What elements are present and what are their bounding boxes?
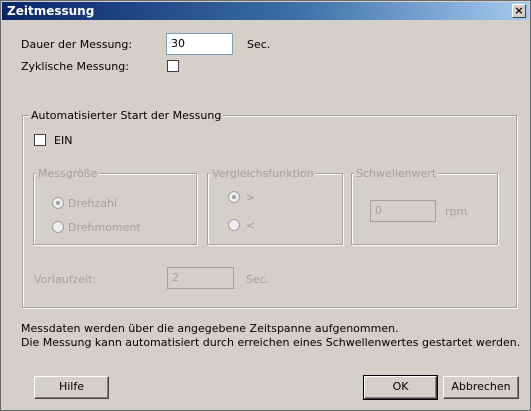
radio-drehzahl-label: Drehzahl (68, 197, 118, 210)
title-bar[interactable]: Zeitmessung × (2, 2, 529, 20)
compare-group: Vergleichsfunktion (207, 167, 343, 245)
dialog-title: Zeitmessung (7, 4, 95, 18)
help-button[interactable]: Hilfe (34, 376, 109, 399)
info-text-line-2: Die Messung kann automatisiert durch err… (21, 336, 521, 349)
radio-less-than[interactable] (228, 219, 240, 231)
duration-input[interactable]: 30 (166, 33, 233, 55)
lead-time-value: 2 (172, 271, 179, 284)
ok-button[interactable]: OK (363, 375, 438, 400)
cyclic-checkbox[interactable] (167, 60, 179, 72)
auto-start-legend: Automatisierter Start der Messung (29, 109, 224, 122)
close-button[interactable]: × (512, 4, 526, 18)
close-icon: × (514, 4, 524, 17)
radio-less-than-label: < (246, 219, 256, 232)
radio-greater-than-label: > (246, 191, 256, 204)
duration-value: 30 (171, 37, 185, 50)
threshold-group-legend: Schwellenwert (354, 167, 439, 180)
dialog-window: Zeitmessung × Dauer der Messung: 30 Sec.… (0, 0, 531, 411)
radio-greater-than[interactable] (228, 191, 240, 203)
lead-time-unit: Sec. (246, 273, 270, 286)
lead-time-label: Vorlaufzeit: (34, 273, 97, 286)
enable-auto-start-checkbox[interactable] (34, 134, 46, 146)
threshold-value: 0 (375, 204, 382, 217)
radio-selected-dot-icon (232, 195, 236, 199)
compare-group-legend: Vergleichsfunktion (210, 167, 316, 180)
threshold-unit: rpm (445, 205, 468, 218)
radio-drehzahl[interactable] (52, 197, 64, 209)
threshold-input[interactable]: 0 (370, 200, 436, 222)
radio-drehmoment[interactable] (52, 221, 64, 233)
cyclic-label: Zyklische Messung: (21, 60, 129, 73)
measure-group-legend: Messgröße (36, 167, 100, 180)
duration-unit: Sec. (247, 38, 271, 51)
cancel-button[interactable]: Abbrechen (443, 376, 519, 399)
duration-label: Dauer der Messung: (21, 38, 133, 51)
lead-time-input[interactable]: 2 (167, 267, 234, 289)
radio-drehmoment-label: Drehmoment (68, 221, 141, 234)
enable-auto-start-label: EIN (54, 134, 73, 147)
info-text-line-1: Messdaten werden über die angegebene Zei… (21, 322, 399, 335)
radio-selected-dot-icon (56, 201, 60, 205)
